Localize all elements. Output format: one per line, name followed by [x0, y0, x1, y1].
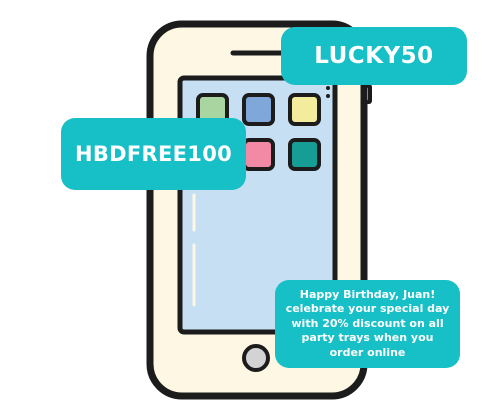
status-dot-icon: [326, 86, 330, 90]
home-button[interactable]: [242, 344, 270, 372]
yellow-app-icon[interactable]: [288, 93, 321, 126]
pink-app-icon[interactable]: [242, 138, 275, 171]
blue-app-icon[interactable]: [242, 93, 275, 126]
birthday-message: Happy Birthday, Juan! celebrate your spe…: [275, 280, 460, 368]
coupon-code-lucky: LUCKY50: [281, 27, 467, 85]
coupon-code-birthday: HBDFREE100: [61, 118, 246, 190]
status-dot-icon: [326, 94, 330, 98]
teal-app-icon[interactable]: [288, 138, 321, 171]
